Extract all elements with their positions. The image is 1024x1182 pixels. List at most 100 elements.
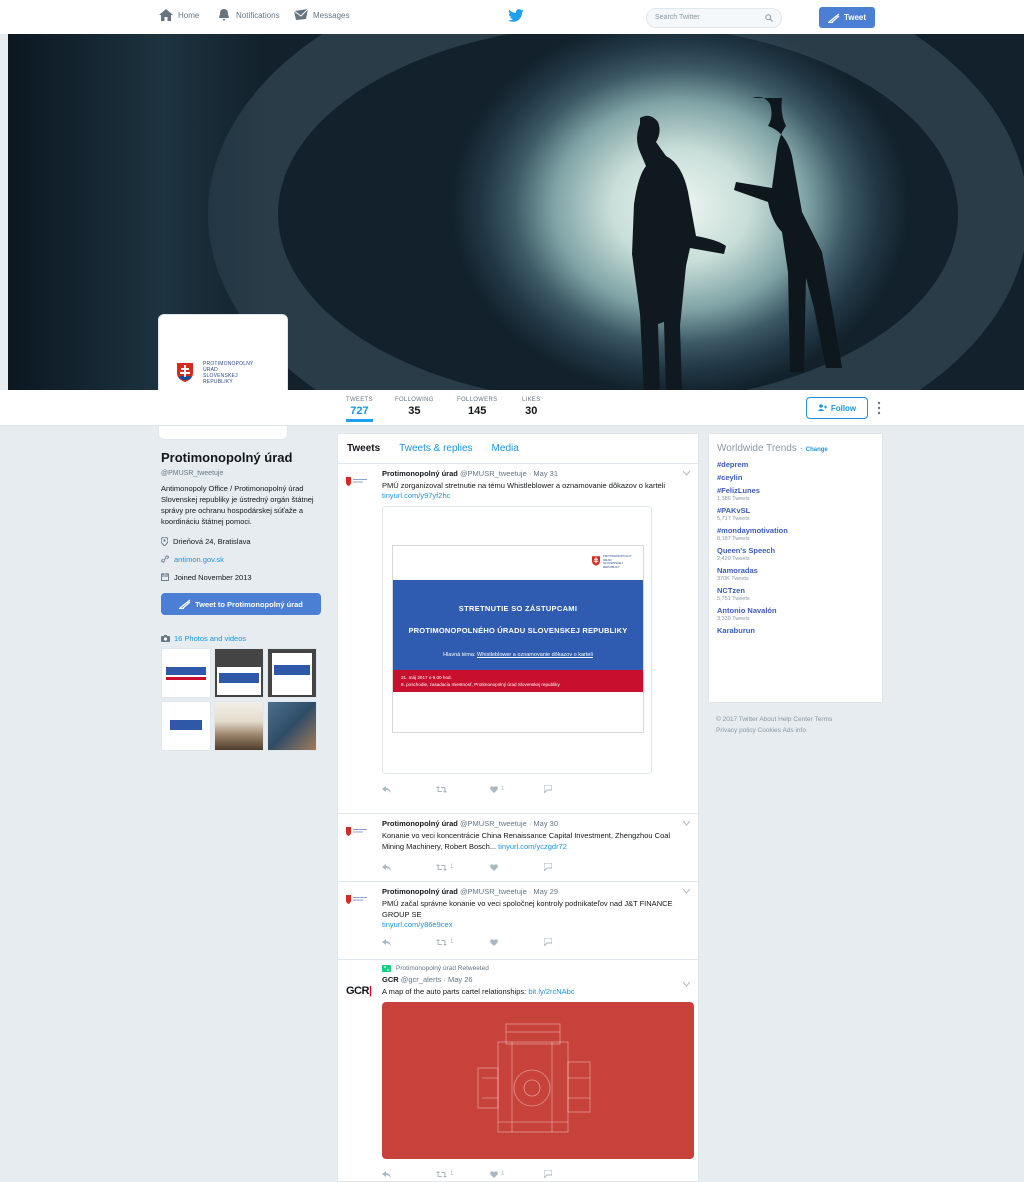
tweet-link[interactable]: bit.ly/2rcNAbc [528, 987, 574, 996]
like-button[interactable] [490, 863, 544, 871]
trend-item[interactable]: #mondaymotivation 8,187 Tweets [717, 526, 874, 542]
retweet-button[interactable]: 1 [436, 1170, 490, 1178]
like-button[interactable] [490, 938, 544, 946]
trend-name[interactable]: #ceylin [717, 473, 874, 482]
twitter-bird-icon[interactable] [508, 9, 524, 23]
search-placeholder: Search Twitter [655, 14, 700, 21]
compose-tweet-button[interactable]: Tweet [819, 7, 875, 28]
media-thumbnail[interactable] [214, 648, 264, 698]
stat-likes[interactable]: LIKES 30 [522, 397, 541, 417]
trend-name[interactable]: Namoradas [717, 566, 874, 575]
tweet[interactable]: Protimonopolný úrad @PMUSR_tweetuje · Ma… [338, 464, 698, 814]
footer-line-1[interactable]: © 2017 Twitter About Help Center Terms [716, 714, 876, 725]
like-button[interactable]: 1 [490, 785, 544, 793]
trend-name[interactable]: Antonio Navalón [717, 606, 874, 615]
media-thumbnail[interactable] [267, 648, 317, 698]
direct-message-button[interactable] [544, 863, 598, 871]
nav-home[interactable]: Home [159, 9, 199, 21]
reply-button[interactable] [382, 785, 436, 793]
tab-tweets[interactable]: Tweets [347, 443, 380, 454]
tweet-date[interactable]: May 31 [533, 469, 558, 478]
search-input[interactable]: Search Twitter [646, 8, 782, 28]
chevron-down-icon[interactable] [683, 889, 690, 894]
retweeted-by-text[interactable]: Protimonopolný úrad Retweeted [396, 965, 489, 972]
retweet-button[interactable]: 1 [436, 938, 490, 946]
tweet-author-name[interactable]: GCR [382, 975, 399, 984]
reply-button[interactable] [382, 1170, 436, 1178]
tweet-date[interactable]: May 29 [533, 887, 558, 896]
tweet[interactable]: Protimonopolný úrad @PMUSR_tweetuje · Ma… [338, 882, 698, 960]
trend-name[interactable]: #PAKvSL [717, 506, 874, 515]
tweet-link[interactable]: tinyurl.com/yczgdr72 [498, 842, 567, 851]
media-thumbnail[interactable] [267, 701, 317, 751]
trend-name[interactable]: Queen's Speech [717, 546, 874, 555]
trend-item[interactable]: #ceylin [717, 473, 874, 482]
reply-button[interactable] [382, 938, 436, 946]
trend-item[interactable]: Antonio Navalón 3,339 Tweets [717, 606, 874, 622]
trend-item[interactable]: Queen's Speech 2,429 Tweets [717, 546, 874, 562]
direct-message-button[interactable] [544, 785, 598, 793]
trend-item[interactable]: #FelizLunes 1,386 Tweets [717, 486, 874, 502]
tweet-media-image[interactable] [382, 1002, 694, 1159]
stat-followers[interactable]: FOLLOWERS 145 [457, 397, 497, 417]
chevron-down-icon[interactable] [683, 471, 690, 476]
trend-item[interactable]: NCTzen 5,751 Tweets [717, 586, 874, 602]
trend-name[interactable]: #deprem [717, 460, 874, 469]
like-button[interactable]: 1 [490, 1170, 544, 1178]
tweet-author-handle[interactable]: @PMUSR_tweetuje [460, 469, 527, 478]
trends-header: Worldwide Trends · Change [717, 443, 828, 454]
tab-tweets-and-replies[interactable]: Tweets & replies [399, 443, 472, 454]
profile-handle[interactable]: @PMUSR_tweetuje [161, 470, 321, 477]
tweet-author-handle[interactable]: @PMUSR_tweetuje [460, 887, 527, 896]
stat-tweets[interactable]: TWEETS 727 [346, 397, 373, 422]
tweet-avatar[interactable] [346, 826, 368, 836]
trend-item[interactable]: #deprem [717, 460, 874, 469]
tweet-avatar[interactable] [346, 894, 368, 904]
trend-item[interactable]: Karaburun [717, 626, 874, 635]
tweet-author-name[interactable]: Protimonopolný úrad [382, 819, 458, 828]
gcr-avatar[interactable]: GCR| [346, 985, 376, 999]
chevron-down-icon[interactable] [683, 982, 690, 987]
media-thumbnail[interactable] [161, 648, 211, 698]
profile-website-link[interactable]: antimon.gov.sk [174, 555, 224, 564]
tweet-author-name[interactable]: Protimonopolný úrad [382, 887, 458, 896]
reply-button[interactable] [382, 863, 436, 871]
trends-change-link[interactable]: Change [806, 447, 828, 453]
direct-message-button[interactable] [544, 938, 598, 946]
tweet-link[interactable]: tinyurl.com/y86e9cex [382, 920, 688, 929]
nav-notifications[interactable]: Notifications [217, 9, 280, 21]
footer-line-2[interactable]: Privacy policy Cookies Ads info [716, 725, 876, 736]
tweet[interactable]: Protimonopolný úrad @PMUSR_tweetuje · Ma… [338, 814, 698, 882]
tweet-date[interactable]: May 26 [448, 975, 473, 984]
nav-messages[interactable]: Messages [294, 9, 349, 21]
photos-and-videos-link[interactable]: 16 Photos and videos [161, 634, 321, 643]
tweet-link[interactable]: tinyurl.com/y97yf2hc [382, 491, 688, 500]
trend-item[interactable]: #PAKvSL 5,717 Tweets [717, 506, 874, 522]
more-options-icon[interactable] [877, 401, 881, 415]
trend-name[interactable]: #FelizLunes [717, 486, 874, 495]
trend-item[interactable]: Namoradas 370K Tweets [717, 566, 874, 582]
tweet[interactable]: Protimonopolný úrad Retweeted GCR| GCR @… [338, 960, 698, 1182]
tweet-date[interactable]: May 30 [533, 819, 558, 828]
follow-button[interactable]: Follow [806, 397, 868, 419]
stat-following[interactable]: FOLLOWING 35 [395, 397, 434, 417]
retweet-button[interactable] [436, 785, 490, 793]
tweet-author-handle[interactable]: @gcr_alerts [401, 975, 442, 984]
trend-name[interactable]: Karaburun [717, 626, 874, 635]
tab-media[interactable]: Media [492, 443, 519, 454]
chevron-down-icon[interactable] [683, 821, 690, 826]
profile-website[interactable]: antimon.gov.sk [161, 553, 321, 565]
trend-name[interactable]: #mondaymotivation [717, 526, 874, 535]
media-thumbnail[interactable] [161, 701, 211, 751]
media-thumbnail[interactable] [214, 701, 264, 751]
trend-name[interactable]: NCTzen [717, 586, 874, 595]
tweet-author-handle[interactable]: @PMUSR_tweetuje [460, 819, 527, 828]
direct-message-button[interactable] [544, 1170, 598, 1178]
profile-name[interactable]: Protimonopolný úrad [161, 450, 321, 465]
tweet-to-button[interactable]: Tweet to Protimonopolný úrad [161, 593, 321, 615]
heart-icon [490, 938, 498, 946]
tweet-media-card[interactable]: PROTIMONOPOLNÝ ÚRAD SLOVENSKEJ REPUBLIKY… [382, 506, 652, 774]
tweet-author-name[interactable]: Protimonopolný úrad [382, 469, 458, 478]
tweet-avatar[interactable] [346, 476, 368, 486]
retweet-button[interactable]: 1 [436, 863, 490, 871]
